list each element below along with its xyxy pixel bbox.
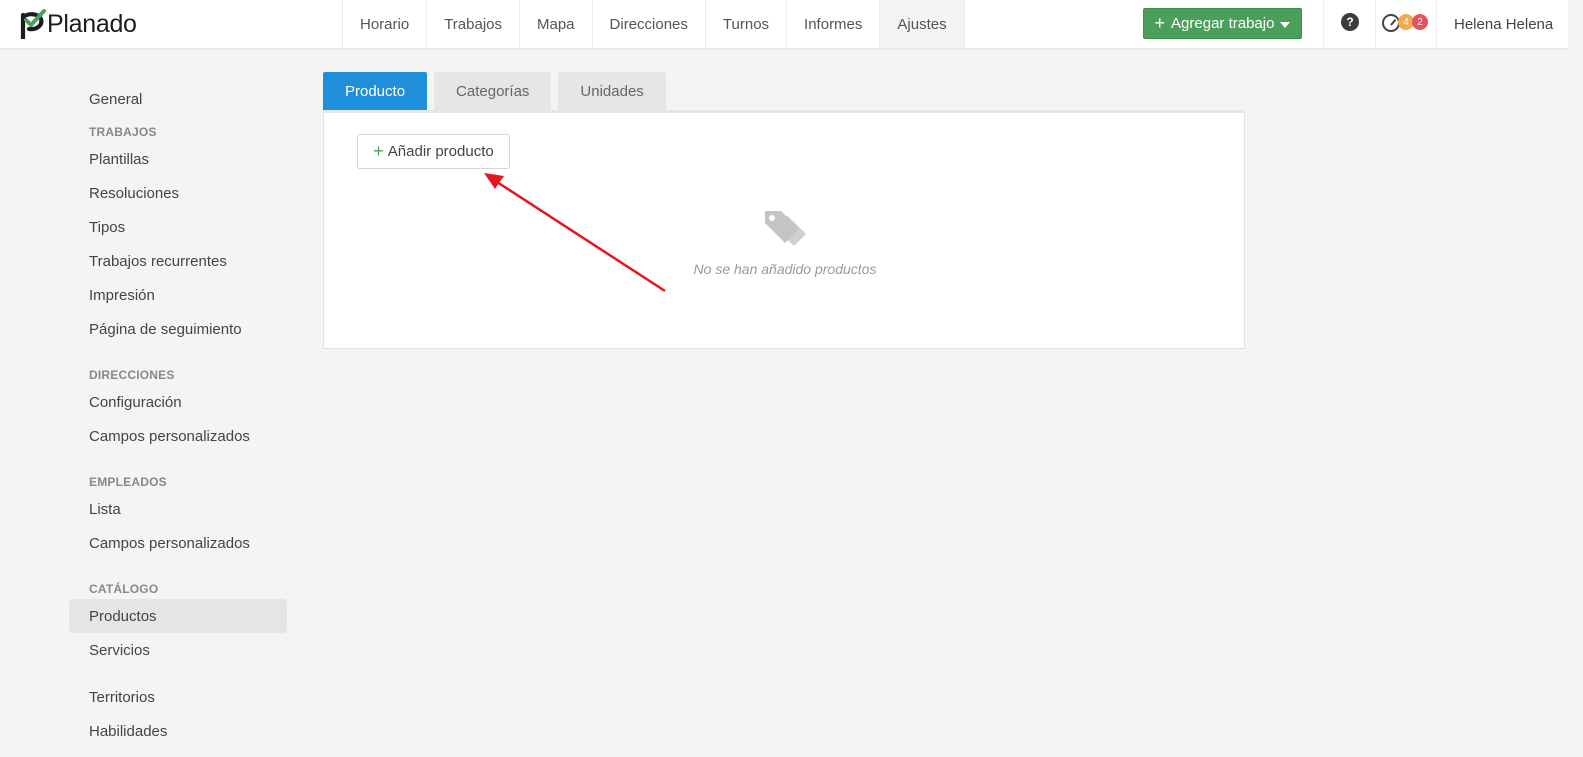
help-icon[interactable]: ?	[1341, 13, 1359, 31]
tab-producto[interactable]: Producto	[323, 72, 428, 111]
sidebar-item-servicios[interactable]: Servicios	[69, 633, 287, 667]
logo-text: Planado	[47, 9, 137, 38]
divider	[1436, 0, 1437, 48]
tab-categorias[interactable]: Categorías	[434, 72, 552, 111]
sidebar-heading-catalogo: CATÁLOGO	[89, 582, 159, 596]
sidebar-heading-empleados: EMPLEADOS	[89, 475, 167, 489]
sidebar-item-campos-direcciones[interactable]: Campos personalizados	[69, 419, 287, 453]
tab-unidades[interactable]: Unidades	[558, 72, 666, 111]
catalog-tabs: Producto Categorías Unidades	[323, 72, 666, 111]
empty-state-text: No se han añadido productos	[693, 261, 877, 277]
nav-ajustes[interactable]: Ajustes	[880, 0, 965, 48]
sidebar-item-lista[interactable]: Lista	[69, 492, 287, 526]
tags-icon	[765, 211, 806, 246]
settings-sidebar: General TRABAJOS Plantillas Resoluciones…	[69, 82, 287, 748]
sidebar-heading-trabajos: TRABAJOS	[89, 125, 157, 139]
sidebar-item-pagina-seguimiento[interactable]: Página de seguimiento	[69, 312, 287, 346]
sidebar-item-trabajos-recurrentes[interactable]: Trabajos recurrentes	[69, 244, 287, 278]
sidebar-item-impresion[interactable]: Impresión	[69, 278, 287, 312]
sidebar-item-configuracion[interactable]: Configuración	[69, 385, 287, 419]
top-bar: Planado Horario Trabajos Mapa Direccione…	[0, 0, 1568, 49]
sidebar-item-habilidades[interactable]: Habilidades	[69, 714, 287, 748]
sidebar-item-tipos[interactable]: Tipos	[69, 210, 287, 244]
nav-turnos[interactable]: Turnos	[706, 0, 788, 48]
products-panel: + Añadir producto No se han añadido prod…	[323, 113, 1245, 349]
user-menu[interactable]: Helena Helena	[1454, 0, 1553, 48]
nav-trabajos[interactable]: Trabajos	[427, 0, 520, 48]
add-product-label: Añadir producto	[387, 143, 494, 160]
plus-icon: +	[373, 140, 384, 161]
nav-direcciones[interactable]: Direcciones	[593, 0, 706, 48]
sidebar-item-territorios[interactable]: Territorios	[69, 680, 287, 714]
plus-icon: +	[1154, 12, 1166, 33]
notifications-button[interactable]: 4 2	[1382, 13, 1432, 33]
logo[interactable]: Planado	[20, 8, 137, 40]
add-job-button[interactable]: + Agregar trabajo	[1143, 8, 1302, 39]
nav-horario[interactable]: Horario	[343, 0, 428, 48]
sidebar-item-plantillas[interactable]: Plantillas	[69, 142, 287, 176]
notification-badge-red: 2	[1412, 14, 1428, 30]
sidebar-item-productos[interactable]: Productos	[69, 599, 287, 633]
nav-mapa[interactable]: Mapa	[520, 0, 593, 48]
main-nav: Horario Trabajos Mapa Direcciones Turnos…	[342, 0, 965, 48]
planado-logo-icon	[20, 9, 46, 39]
sidebar-item-resoluciones[interactable]: Resoluciones	[69, 176, 287, 210]
sidebar-heading-direcciones: DIRECCIONES	[89, 368, 175, 382]
caret-down-icon	[1280, 22, 1291, 28]
sidebar-item-campos-empleados[interactable]: Campos personalizados	[69, 526, 287, 560]
divider	[1375, 0, 1376, 48]
sidebar-item-general[interactable]: General	[69, 82, 287, 116]
nav-informes[interactable]: Informes	[787, 0, 881, 48]
add-product-button[interactable]: + Añadir producto	[357, 134, 510, 169]
divider	[1323, 0, 1324, 48]
add-job-label: Agregar trabajo	[1171, 15, 1275, 32]
